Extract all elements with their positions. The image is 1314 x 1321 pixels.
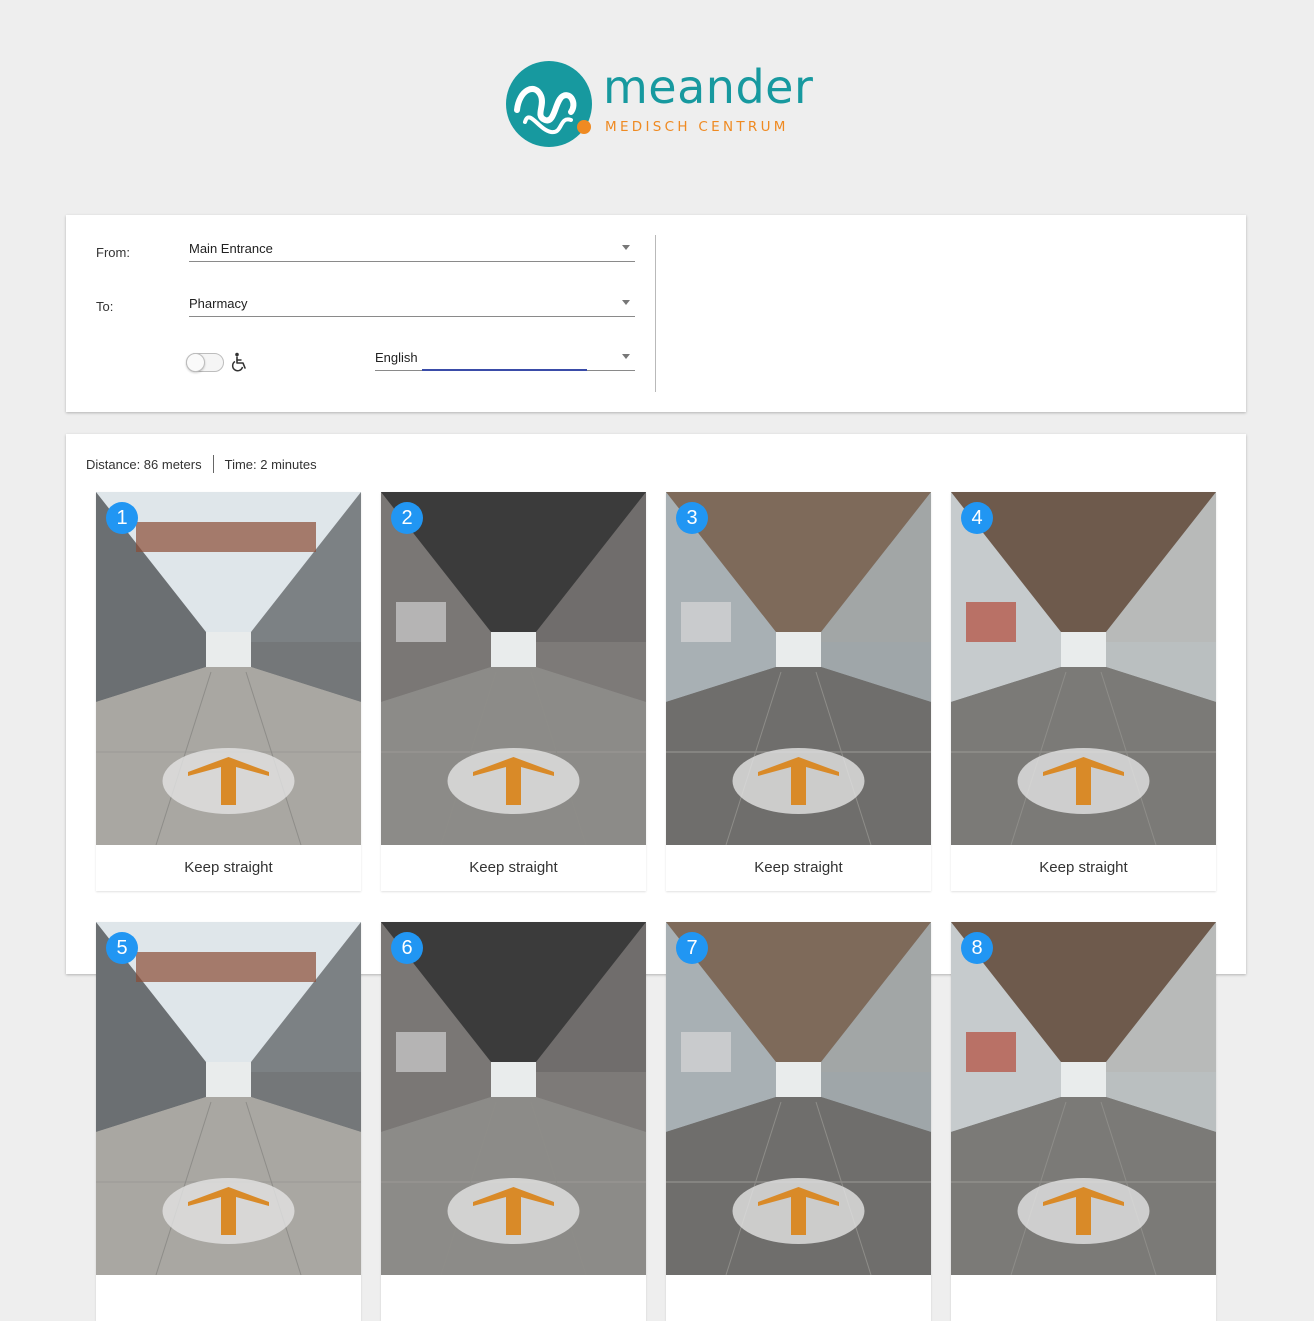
step-caption: [96, 1275, 361, 1321]
straight-arrow-icon: [447, 748, 580, 814]
meander-logo: meander MEDISCH CENTRUM: [505, 60, 814, 152]
form-divider: [655, 235, 656, 392]
dropdown-arrow-icon: [622, 354, 630, 359]
wheelchair-toggle[interactable]: [186, 353, 224, 372]
straight-arrow-icon: [162, 1178, 295, 1244]
logo-subtitle: MEDISCH CENTRUM: [605, 119, 789, 135]
step-number-badge: 3: [676, 502, 708, 534]
dropdown-arrow-icon: [622, 300, 630, 305]
language-select-value: English: [375, 350, 418, 365]
step-number-badge: 6: [391, 932, 423, 964]
step-caption: [951, 1275, 1216, 1321]
to-label: To:: [96, 299, 114, 314]
route-step-card[interactable]: 3 Keep straight: [666, 492, 931, 891]
toggle-knob: [186, 353, 205, 372]
route-step-card[interactable]: 1 Keep straight: [96, 492, 361, 891]
to-select[interactable]: Pharmacy: [189, 291, 635, 317]
step-caption: Keep straight: [754, 859, 843, 876]
logo-wordmark: meander: [603, 60, 814, 114]
stats-divider: [212, 455, 214, 473]
step-photo: 2: [381, 492, 646, 845]
step-photo: 7: [666, 922, 931, 1275]
step-photo: 1: [96, 492, 361, 845]
straight-arrow-icon: [447, 1178, 580, 1244]
language-select[interactable]: English: [375, 345, 635, 371]
step-number-badge: 1: [106, 502, 138, 534]
route-step-card[interactable]: 8: [951, 922, 1216, 1321]
from-select-value: Main Entrance: [189, 241, 273, 256]
straight-arrow-icon: [732, 748, 865, 814]
step-photo: 5: [96, 922, 361, 1275]
step-caption: [381, 1275, 646, 1321]
from-label: From:: [96, 245, 130, 260]
step-number-badge: 7: [676, 932, 708, 964]
route-form-card: From: Main Entrance To: Pharmacy English: [66, 215, 1246, 412]
step-number-badge: 8: [961, 932, 993, 964]
route-step-card[interactable]: 6: [381, 922, 646, 1321]
step-caption: Keep straight: [184, 859, 273, 876]
step-photo: 6: [381, 922, 646, 1275]
wheelchair-icon: [231, 352, 246, 372]
straight-arrow-icon: [1017, 1178, 1150, 1244]
step-caption: [666, 1275, 931, 1321]
meander-logo-icon: [506, 61, 592, 147]
focus-underline: [422, 369, 587, 371]
step-photo: 4: [951, 492, 1216, 845]
time-text: Time: 2 minutes: [224, 456, 317, 472]
route-step-card[interactable]: 4 Keep straight: [951, 492, 1216, 891]
route-step-card[interactable]: 2 Keep straight: [381, 492, 646, 891]
straight-arrow-icon: [162, 748, 295, 814]
step-photo: 3: [666, 492, 931, 845]
step-caption: Keep straight: [1039, 859, 1128, 876]
to-select-value: Pharmacy: [189, 296, 248, 311]
route-step-card[interactable]: 7: [666, 922, 931, 1321]
dropdown-arrow-icon: [622, 245, 630, 250]
from-select[interactable]: Main Entrance: [189, 236, 635, 262]
route-step-card[interactable]: 5: [96, 922, 361, 1321]
straight-arrow-icon: [1017, 748, 1150, 814]
straight-arrow-icon: [732, 1178, 865, 1244]
step-number-badge: 2: [391, 502, 423, 534]
step-caption: Keep straight: [469, 859, 558, 876]
route-stats: Distance: 86 meters Time: 2 minutes: [86, 455, 317, 473]
step-number-badge: 4: [961, 502, 993, 534]
distance-text: Distance: 86 meters: [86, 456, 202, 472]
step-number-badge: 5: [106, 932, 138, 964]
step-photo: 8: [951, 922, 1216, 1275]
